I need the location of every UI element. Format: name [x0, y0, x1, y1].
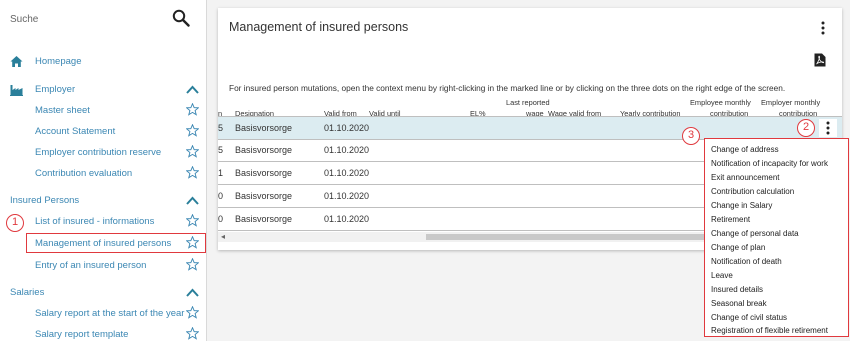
callout-badge-1: 1 [6, 214, 24, 232]
pdf-export-icon[interactable] [814, 53, 826, 67]
section-label-insured: Insured Persons [10, 195, 80, 206]
cell-designation: Basisvorsorge [235, 123, 293, 133]
sidebar-item-salary-report-start[interactable]: Salary report at the start of the year [0, 304, 206, 324]
cell-n: 5 [218, 123, 224, 133]
sidebar-section-employer[interactable]: Employer [0, 80, 206, 100]
star-icon[interactable] [186, 166, 199, 179]
menu-item-seasonal-break[interactable]: Seasonal break [711, 299, 767, 308]
menu-item-flexible-retirement[interactable]: Registration of flexible retirement [711, 326, 828, 335]
menu-item-personal-data[interactable]: Change of personal data [711, 229, 799, 238]
sidebar-item-homepage[interactable]: Homepage [0, 52, 206, 72]
section-label-employer: Employer [35, 84, 76, 95]
sidebar-item-entry-of-insured[interactable]: Entry of an insured person [0, 256, 206, 276]
menu-item-exit[interactable]: Exit announcement [711, 173, 780, 182]
cell-valid-from: 01.10.2020 [324, 214, 370, 224]
col-header-last-reported-1: Last reported [506, 98, 550, 107]
menu-item-insured-details[interactable]: Insured details [711, 285, 763, 294]
menu-item-civil-status[interactable]: Change of civil status [711, 313, 787, 322]
cell-n: 0 [218, 191, 224, 201]
row-menu-button[interactable] [819, 119, 837, 137]
table-row[interactable]: 5 Basisvorsorge 01.10.2020 [218, 116, 842, 140]
menu-item-death[interactable]: Notification of death [711, 257, 782, 266]
search-input[interactable]: Suche [10, 14, 38, 25]
menu-item-incapacity[interactable]: Notification of incapacity for work [711, 159, 828, 168]
menu-item-change-salary[interactable]: Change in Salary [711, 201, 772, 210]
section-label-salaries: Salaries [10, 287, 45, 298]
cell-n: 0 [218, 214, 224, 224]
cell-designation: Basisvorsorge [235, 214, 293, 224]
cell-n: 5 [218, 145, 224, 155]
sidebar-item-employer-contribution-reserve[interactable]: Employer contribution reserve [0, 143, 206, 163]
star-icon[interactable] [186, 124, 199, 137]
sidebar-item-salary-report-template[interactable]: Salary report template [0, 325, 206, 345]
search-icon[interactable] [172, 9, 190, 27]
cell-valid-from: 01.10.2020 [324, 145, 370, 155]
more-options-icon[interactable] [816, 20, 830, 36]
menu-item-retirement[interactable]: Retirement [711, 215, 750, 224]
sidebar-item-label: Salary report at the start of the year [35, 308, 185, 319]
menu-item-leave[interactable]: Leave [711, 271, 733, 280]
sidebar-item-label: Account Statement [35, 126, 116, 137]
chevron-up-icon[interactable] [186, 196, 199, 205]
sidebar: Suche Homepage Employer Master sheet Acc… [0, 0, 207, 341]
cell-n: 1 [218, 168, 224, 178]
star-icon[interactable] [186, 214, 199, 227]
cell-designation: Basisvorsorge [235, 168, 293, 178]
cell-valid-from: 01.10.2020 [324, 191, 370, 201]
cell-designation: Basisvorsorge [235, 145, 293, 155]
col-header-employee-monthly-1: Employee monthly [690, 98, 751, 107]
sidebar-item-label: Employer contribution reserve [35, 147, 162, 158]
sidebar-section-salaries[interactable]: Salaries [0, 283, 206, 303]
sidebar-item-contribution-evaluation[interactable]: Contribution evaluation [0, 164, 206, 184]
star-icon[interactable] [186, 306, 199, 319]
menu-item-change-of-address[interactable]: Change of address [711, 145, 779, 154]
scroll-left-icon[interactable]: ◂ [221, 232, 225, 241]
active-item-highlight [26, 233, 206, 253]
home-icon [10, 56, 23, 67]
context-menu: Change of address Notification of incapa… [704, 138, 849, 337]
page-title: Management of insured persons [229, 20, 409, 34]
star-icon[interactable] [186, 258, 199, 271]
sidebar-item-label: Homepage [35, 56, 82, 67]
sidebar-section-insured-persons[interactable]: Insured Persons [0, 191, 206, 211]
cell-designation: Basisvorsorge [235, 191, 293, 201]
sidebar-item-label: Master sheet [35, 105, 90, 116]
callout-badge-3: 3 [682, 127, 700, 145]
star-icon[interactable] [186, 145, 199, 158]
menu-item-change-plan[interactable]: Change of plan [711, 243, 765, 252]
sidebar-item-list-of-insured[interactable]: List of insured - informations [0, 212, 206, 232]
star-icon[interactable] [186, 103, 199, 116]
sidebar-item-label: List of insured - informations [35, 216, 155, 227]
info-text: For insured person mutations, open the c… [229, 83, 786, 93]
star-icon[interactable] [186, 327, 199, 340]
sidebar-item-label: Salary report template [35, 329, 129, 340]
sidebar-item-account-statement[interactable]: Account Statement [0, 122, 206, 142]
factory-icon [10, 85, 23, 96]
chevron-up-icon[interactable] [186, 85, 199, 94]
sidebar-item-master-sheet[interactable]: Master sheet [0, 101, 206, 121]
callout-badge-2: 2 [797, 119, 815, 137]
sidebar-item-label: Entry of an insured person [35, 260, 147, 271]
more-options-icon[interactable] [819, 119, 837, 137]
search-bar[interactable]: Suche [0, 0, 206, 40]
cell-valid-from: 01.10.2020 [324, 123, 370, 133]
menu-item-contribution-calc[interactable]: Contribution calculation [711, 187, 794, 196]
chevron-up-icon[interactable] [186, 288, 199, 297]
sidebar-item-label: Contribution evaluation [35, 168, 133, 179]
col-header-employer-monthly-1: Employer monthly [761, 98, 821, 107]
cell-valid-from: 01.10.2020 [324, 168, 370, 178]
